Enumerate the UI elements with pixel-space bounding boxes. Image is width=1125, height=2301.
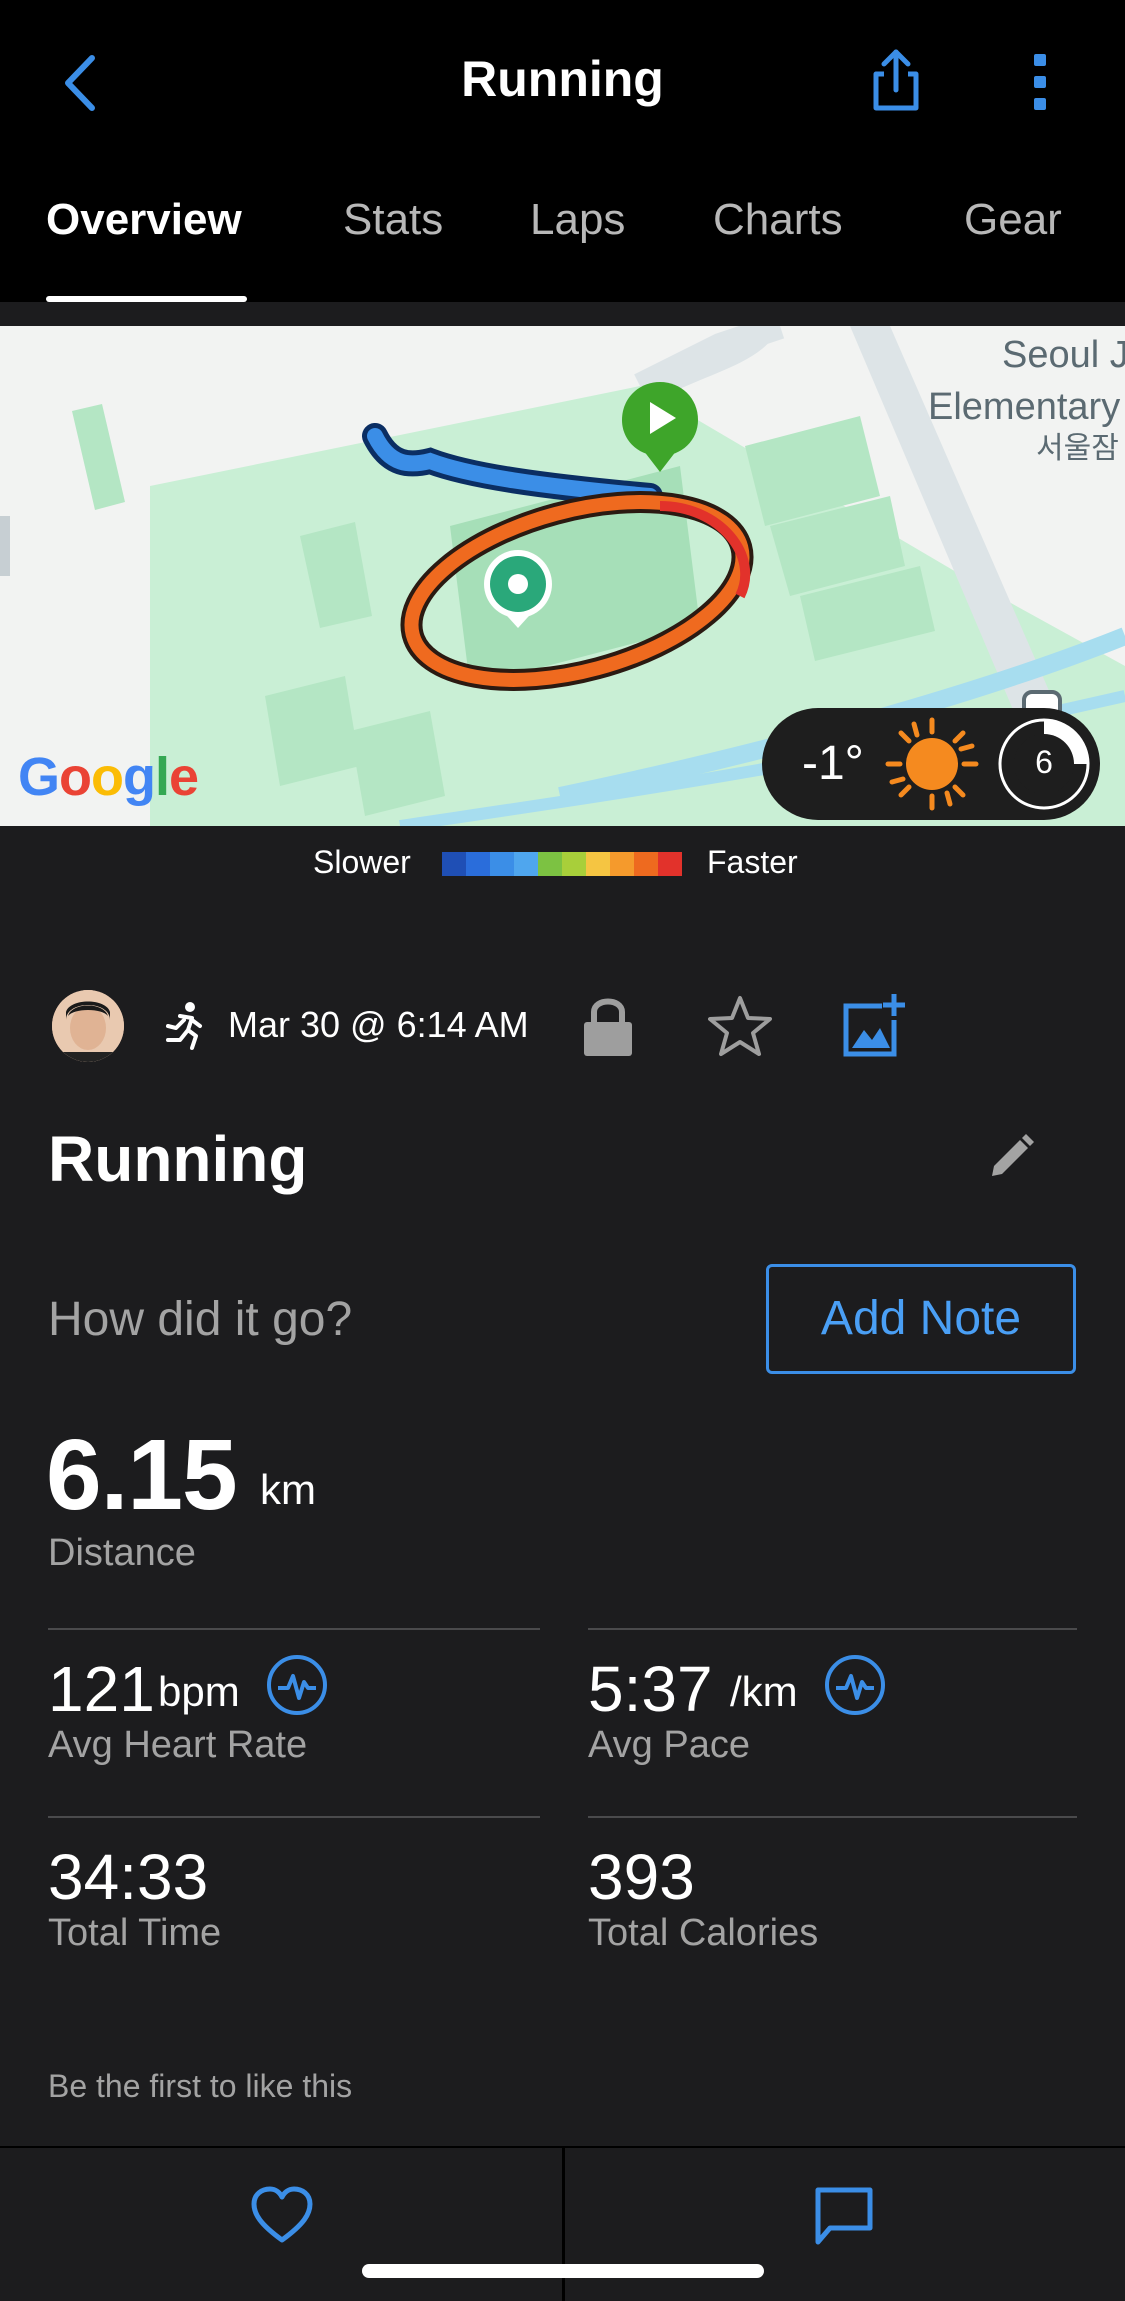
time-badge: 6 xyxy=(1035,744,1053,780)
legend-swatch xyxy=(634,852,658,876)
add-note-button[interactable]: Add Note xyxy=(766,1264,1076,1374)
route-map[interactable]: Seoul J Elementary 서울잠 Google -1° 6 xyxy=(0,326,1125,826)
tab-overview[interactable]: Overview xyxy=(46,195,242,245)
comment-icon[interactable] xyxy=(812,2184,876,2248)
distance-unit: km xyxy=(260,1466,316,1513)
tab-divider xyxy=(0,302,1125,326)
sun-icon xyxy=(885,717,979,811)
divider xyxy=(588,1816,1077,1818)
tab-charts[interactable]: Charts xyxy=(713,195,843,245)
heart-rate-label: Avg Heart Rate xyxy=(48,1724,308,1766)
legend-slower-label: Slower xyxy=(313,844,411,880)
add-photo-icon[interactable] xyxy=(842,992,906,1058)
heart-rate-value: 121 xyxy=(48,1653,155,1725)
header-bar: Running xyxy=(0,0,1125,165)
pace-graph-icon[interactable] xyxy=(824,1654,886,1716)
heart-like-icon[interactable] xyxy=(250,2186,314,2244)
total-calories-label: Total Calories xyxy=(588,1912,819,1954)
pace-unit: /km xyxy=(730,1668,798,1715)
edit-pencil-icon[interactable] xyxy=(988,1134,1034,1180)
weather-badge: -1° 6 xyxy=(762,708,1100,820)
divider xyxy=(588,1628,1077,1630)
legend-swatch xyxy=(490,852,514,876)
divider xyxy=(48,1816,540,1818)
legend-swatch xyxy=(610,852,634,876)
tab-stats[interactable]: Stats xyxy=(343,195,443,245)
activity-title: Running xyxy=(48,1123,308,1195)
legend-swatch xyxy=(562,852,586,876)
avatar[interactable] xyxy=(52,990,124,1062)
note-prompt: How did it go? xyxy=(48,1293,353,1346)
legend-faster-label: Faster xyxy=(707,844,798,880)
running-activity-icon xyxy=(166,1002,202,1050)
star-icon[interactable] xyxy=(708,994,772,1058)
google-logo: Google xyxy=(18,747,199,807)
share-icon[interactable] xyxy=(866,46,926,116)
page-title: Running xyxy=(461,51,664,107)
heart-rate-unit: bpm xyxy=(158,1668,240,1715)
activity-date: Mar 30 @ 6:14 AM xyxy=(228,1004,529,1045)
divider xyxy=(48,1628,540,1630)
legend-swatch xyxy=(442,852,466,876)
more-options-icon[interactable] xyxy=(1022,50,1058,114)
legend-swatch xyxy=(658,852,682,876)
pace-label: Avg Pace xyxy=(588,1724,750,1766)
distance-value: 6.15 xyxy=(46,1419,238,1531)
distance-label: Distance xyxy=(48,1532,196,1574)
legend-swatch xyxy=(538,852,562,876)
map-place-label: 서울잠 xyxy=(1036,432,1119,465)
map-place-label: Elementary xyxy=(928,386,1121,428)
tab-laps[interactable]: Laps xyxy=(530,195,625,245)
legend-color-bar xyxy=(442,852,682,876)
heart-rate-graph-icon[interactable] xyxy=(266,1654,328,1716)
home-indicator xyxy=(362,2264,764,2278)
lock-icon[interactable] xyxy=(580,994,636,1058)
legend-swatch xyxy=(466,852,490,876)
total-time-label: Total Time xyxy=(48,1912,222,1954)
pace-value: 5:37 xyxy=(588,1653,713,1725)
legend-swatch xyxy=(514,852,538,876)
likes-text: Be the first to like this xyxy=(48,2068,353,2104)
tab-bar: Overview Stats Laps Charts Gear xyxy=(0,165,1125,303)
speed-legend: Slower Faster xyxy=(0,826,1125,896)
total-time-value: 34:33 xyxy=(48,1841,209,1913)
map-place-label: Seoul J xyxy=(1002,334,1125,376)
legend-swatch xyxy=(586,852,610,876)
tab-gear[interactable]: Gear xyxy=(964,195,1062,245)
total-calories-value: 393 xyxy=(588,1841,695,1913)
temperature: -1° xyxy=(802,737,864,790)
